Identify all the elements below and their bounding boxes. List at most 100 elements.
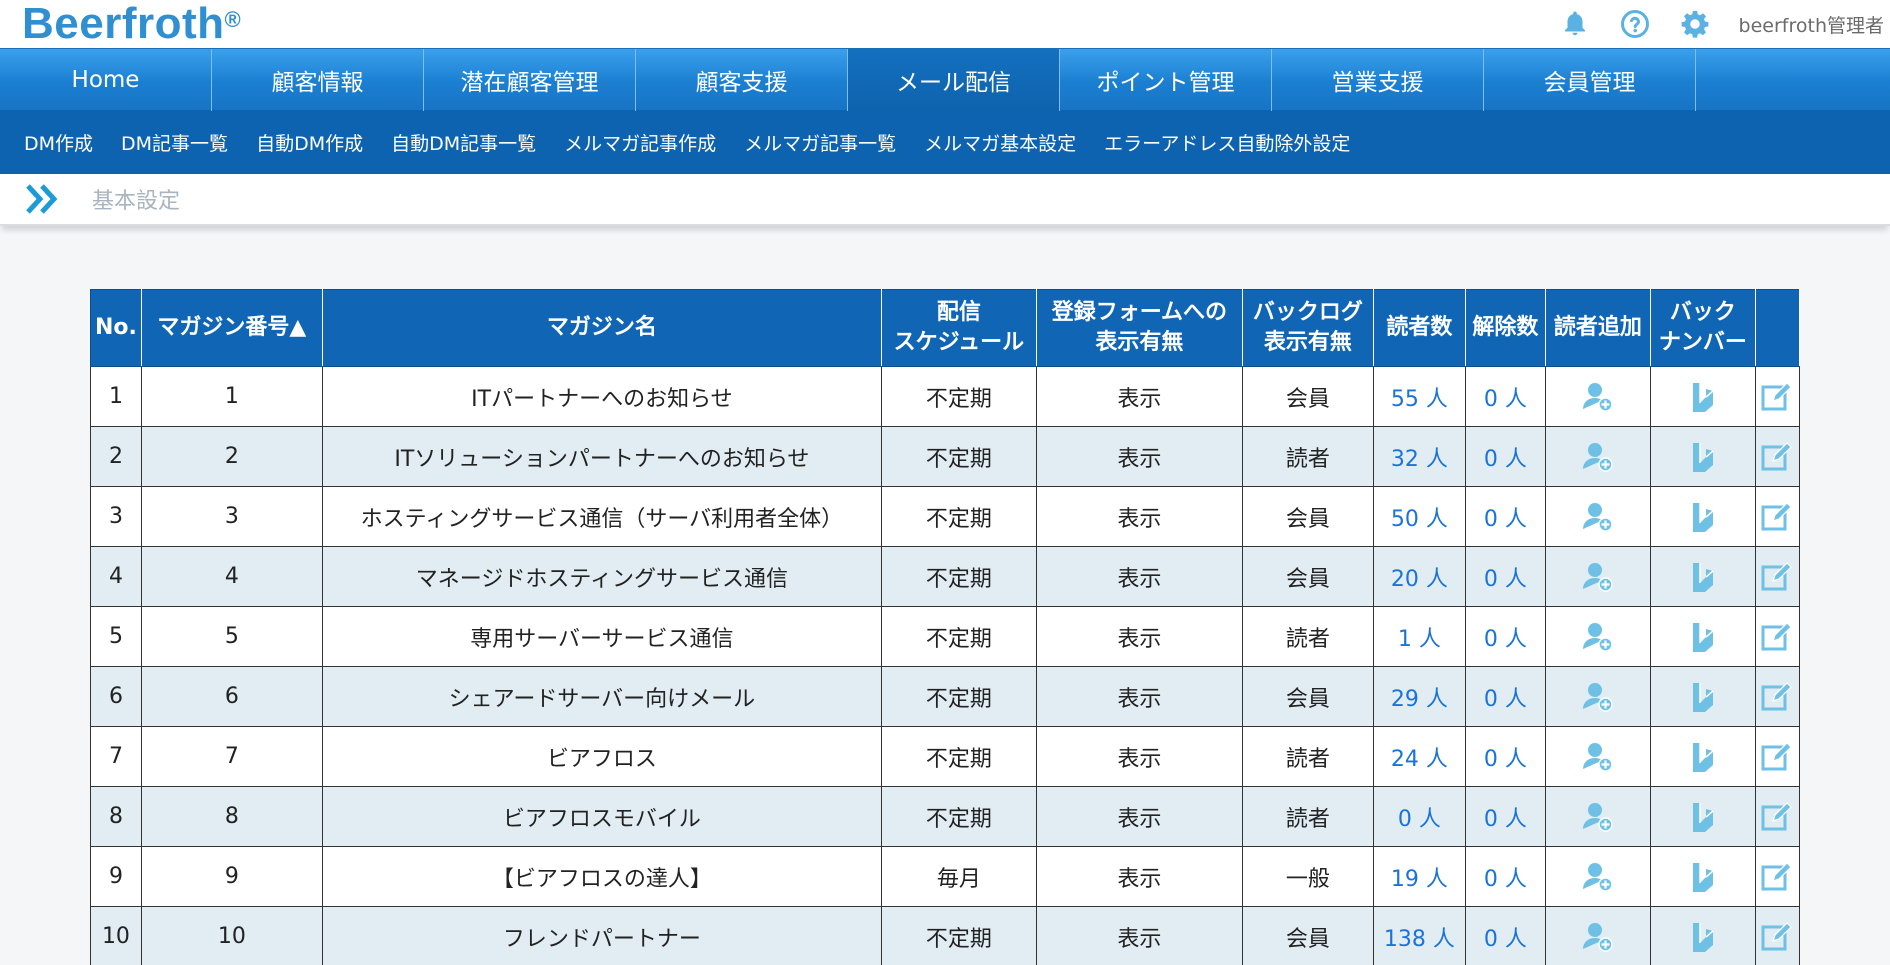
subnav-error-address-exclusion[interactable]: エラーアドレス自動除外設定 xyxy=(1104,129,1350,156)
user-plus-icon[interactable] xyxy=(1550,381,1646,413)
cancels-link[interactable]: 0 人 xyxy=(1484,627,1527,652)
cancels-link[interactable]: 0 人 xyxy=(1484,747,1527,772)
readers-link[interactable]: 50 人 xyxy=(1391,507,1448,532)
table-header: No. マガジン番号▲ マガジン名 配信 スケジュール 登録フォームへの 表示有無 … xyxy=(90,289,1800,367)
cancels-link[interactable]: 0 人 xyxy=(1484,567,1527,592)
edit-icon[interactable] xyxy=(1760,741,1795,773)
readers-link[interactable]: 19 人 xyxy=(1391,867,1448,892)
table-row: 5 5 専用サーバーサービス通信 不定期 表示 読者 1 人0 人 xyxy=(90,606,1800,667)
backnumber-icon[interactable] xyxy=(1655,501,1751,533)
edit-icon[interactable] xyxy=(1760,501,1795,533)
cancels-link[interactable]: 0 人 xyxy=(1484,867,1527,892)
user-plus-icon[interactable] xyxy=(1550,861,1646,893)
user-plus-icon[interactable] xyxy=(1550,621,1646,653)
user-plus-icon[interactable] xyxy=(1550,741,1646,773)
backnumber-icon[interactable] xyxy=(1655,681,1751,713)
cell-cancels: 0 人 xyxy=(1464,906,1546,965)
user-plus-icon[interactable] xyxy=(1550,681,1646,713)
user-plus-icon[interactable] xyxy=(1550,921,1646,953)
user-plus-icon[interactable] xyxy=(1550,441,1646,473)
subnav-magazine-basic-settings[interactable]: メルマガ基本設定 xyxy=(924,129,1076,156)
cell-form-display: 表示 xyxy=(1035,426,1243,487)
header-magazine-number[interactable]: マガジン番号▲ xyxy=(140,289,323,367)
cancels-link[interactable]: 0 人 xyxy=(1484,927,1527,952)
table-row: 3 3 ホスティングサービス通信（サーバ利用者全体） 不定期 表示 会員 50 人0 人 xyxy=(90,486,1800,547)
backnumber-icon[interactable] xyxy=(1655,561,1751,593)
edit-icon[interactable] xyxy=(1760,561,1795,593)
backnumber-icon[interactable] xyxy=(1655,741,1751,773)
cancels-link[interactable]: 0 人 xyxy=(1484,807,1527,832)
user-plus-icon[interactable] xyxy=(1550,561,1646,593)
cell-form-display: 表示 xyxy=(1035,786,1243,847)
user-name[interactable]: beerfroth管理者 xyxy=(1739,11,1884,38)
cell-cancels: 0 人 xyxy=(1464,846,1546,907)
backnumber-icon[interactable] xyxy=(1655,621,1751,653)
cell-add-reader xyxy=(1544,426,1651,487)
help-icon[interactable] xyxy=(1617,6,1653,42)
nav-member-management[interactable]: 会員管理 xyxy=(1484,49,1696,111)
edit-icon[interactable] xyxy=(1760,621,1795,653)
cell-add-reader xyxy=(1544,366,1651,427)
nav-mail-delivery[interactable]: メール配信 xyxy=(848,49,1060,111)
backnumber-icon[interactable] xyxy=(1655,861,1751,893)
cancels-link[interactable]: 0 人 xyxy=(1484,447,1527,472)
cell-form-display: 表示 xyxy=(1035,486,1243,547)
readers-link[interactable]: 138 人 xyxy=(1384,927,1455,952)
edit-icon[interactable] xyxy=(1760,441,1795,473)
cell-readers: 1 人 xyxy=(1372,606,1466,667)
cell-schedule: 不定期 xyxy=(880,366,1037,427)
backnumber-icon[interactable] xyxy=(1655,801,1751,833)
cell-backnumber xyxy=(1649,786,1756,847)
backnumber-icon[interactable] xyxy=(1655,441,1751,473)
cell-edit xyxy=(1754,546,1800,607)
logo[interactable]: Beerfroth® xyxy=(22,0,241,48)
nav-prospect-management[interactable]: 潜在顧客管理 xyxy=(424,49,636,111)
cell-add-reader xyxy=(1544,606,1651,667)
cancels-link[interactable]: 0 人 xyxy=(1484,507,1527,532)
user-plus-icon[interactable] xyxy=(1550,501,1646,533)
nav-customer-info[interactable]: 顧客情報 xyxy=(212,49,424,111)
subnav-auto-dm-create[interactable]: 自動DM作成 xyxy=(256,129,363,156)
edit-icon[interactable] xyxy=(1760,861,1795,893)
readers-link[interactable]: 32 人 xyxy=(1391,447,1448,472)
bell-icon[interactable] xyxy=(1557,6,1593,42)
nav-sales-support[interactable]: 営業支援 xyxy=(1272,49,1484,111)
readers-link[interactable]: 24 人 xyxy=(1391,747,1448,772)
breadcrumb-current: 基本設定 xyxy=(92,189,181,214)
readers-link[interactable]: 29 人 xyxy=(1391,687,1448,712)
readers-link[interactable]: 55 人 xyxy=(1391,387,1448,412)
edit-icon[interactable] xyxy=(1760,921,1795,953)
nav-point-management[interactable]: ポイント管理 xyxy=(1060,49,1272,111)
nav-customer-support[interactable]: 顧客支援 xyxy=(636,49,848,111)
cell-cancels: 0 人 xyxy=(1464,606,1546,667)
logo-registered-mark: ® xyxy=(224,7,242,32)
nav-home[interactable]: Home xyxy=(0,49,212,111)
cell-cancels: 0 人 xyxy=(1464,786,1546,847)
edit-icon[interactable] xyxy=(1760,381,1795,413)
cell-edit xyxy=(1754,606,1800,667)
gear-icon[interactable] xyxy=(1677,6,1713,42)
cell-edit xyxy=(1754,366,1800,427)
edit-icon[interactable] xyxy=(1760,801,1795,833)
readers-link[interactable]: 20 人 xyxy=(1391,567,1448,592)
subnav-magazine-article-list[interactable]: メルマガ記事一覧 xyxy=(744,129,896,156)
edit-icon[interactable] xyxy=(1760,681,1795,713)
cancels-link[interactable]: 0 人 xyxy=(1484,687,1527,712)
cell-backnumber xyxy=(1649,546,1756,607)
table-row: 10 10 フレンドパートナー 不定期 表示 会員 138 人0 人 xyxy=(90,906,1800,965)
subnav-auto-dm-list[interactable]: 自動DM記事一覧 xyxy=(391,129,536,156)
cell-backlog-display: 会員 xyxy=(1241,666,1374,727)
user-plus-icon[interactable] xyxy=(1550,801,1646,833)
double-chevron-right-icon xyxy=(24,182,64,216)
subnav-dm-create[interactable]: DM作成 xyxy=(24,129,93,156)
subnav-magazine-article-create[interactable]: メルマガ記事作成 xyxy=(564,129,716,156)
subnav-dm-list[interactable]: DM記事一覧 xyxy=(121,129,228,156)
cell-magazine-name: フレンドパートナー xyxy=(321,906,882,965)
cell-readers: 24 人 xyxy=(1372,726,1466,787)
readers-link[interactable]: 1 人 xyxy=(1398,627,1441,652)
backnumber-icon[interactable] xyxy=(1655,381,1751,413)
cell-schedule: 不定期 xyxy=(880,546,1037,607)
readers-link[interactable]: 0 人 xyxy=(1398,807,1441,832)
cancels-link[interactable]: 0 人 xyxy=(1484,387,1527,412)
backnumber-icon[interactable] xyxy=(1655,921,1751,953)
